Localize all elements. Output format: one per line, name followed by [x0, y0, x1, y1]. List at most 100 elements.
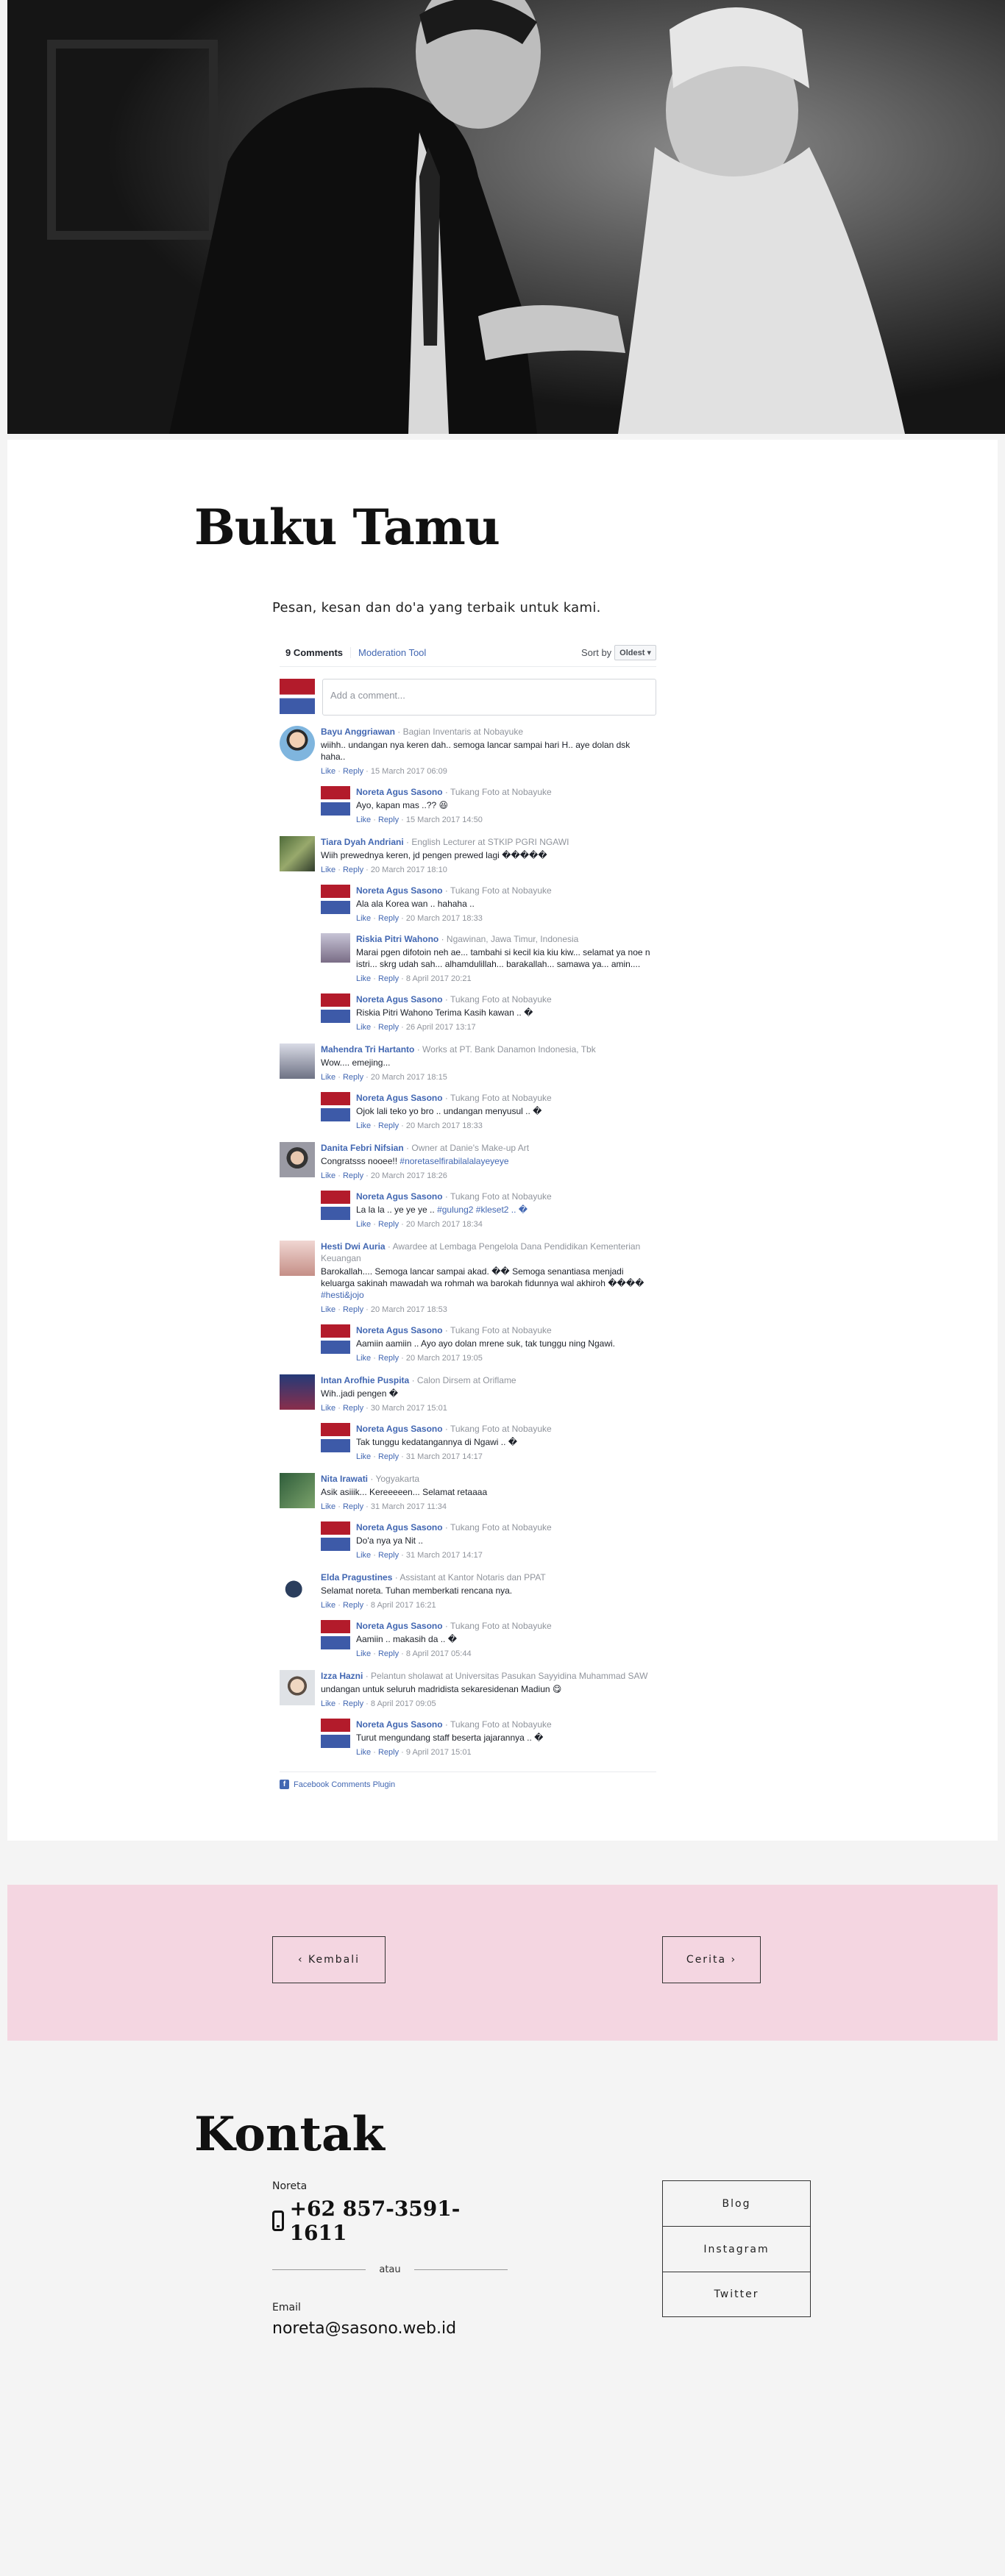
comment-timestamp[interactable]: 20 March 2017 18:26: [371, 1171, 447, 1180]
commenter-name[interactable]: Tiara Dyah Andriani: [321, 837, 404, 847]
reply-link[interactable]: Reply: [343, 1601, 363, 1610]
avatar[interactable]: [280, 1473, 315, 1508]
avatar[interactable]: [321, 1324, 350, 1354]
commenter-name[interactable]: Noreta Agus Sasono: [356, 1522, 443, 1533]
like-link[interactable]: Like: [356, 1748, 371, 1757]
reply-link[interactable]: Reply: [343, 1171, 363, 1180]
like-link[interactable]: Like: [321, 1404, 335, 1413]
avatar[interactable]: [280, 1670, 315, 1705]
reply-link[interactable]: Reply: [378, 1748, 399, 1757]
commenter-name[interactable]: Izza Hazni: [321, 1671, 363, 1681]
like-link[interactable]: Like: [356, 1023, 371, 1032]
commenter-name[interactable]: Mahendra Tri Hartanto: [321, 1044, 414, 1055]
reply-link[interactable]: Reply: [343, 767, 363, 776]
avatar[interactable]: [280, 1374, 315, 1410]
comment-timestamp[interactable]: 20 March 2017 18:15: [371, 1073, 447, 1082]
avatar[interactable]: [280, 1142, 315, 1177]
sort-dropdown[interactable]: Oldest ▾: [614, 645, 656, 660]
avatar[interactable]: [321, 933, 350, 963]
comment-timestamp[interactable]: 8 April 2017 16:21: [371, 1601, 436, 1610]
hashtag-link[interactable]: #hesti&jojo: [321, 1290, 364, 1300]
reply-link[interactable]: Reply: [378, 1220, 399, 1229]
avatar[interactable]: [280, 1043, 315, 1079]
comment-timestamp[interactable]: 26 April 2017 13:17: [406, 1023, 476, 1032]
comment-timestamp[interactable]: 8 April 2017 05:44: [406, 1649, 472, 1658]
story-button[interactable]: Cerita ›: [662, 1936, 761, 1983]
avatar[interactable]: [280, 1241, 315, 1276]
email-address[interactable]: noreta@sasono.web.id: [272, 2319, 508, 2338]
like-link[interactable]: Like: [356, 1452, 371, 1461]
like-link[interactable]: Like: [321, 1073, 335, 1082]
reply-link[interactable]: Reply: [343, 1073, 363, 1082]
comment-timestamp[interactable]: 31 March 2017 11:34: [371, 1502, 447, 1511]
reply-link[interactable]: Reply: [343, 1305, 363, 1314]
like-link[interactable]: Like: [356, 1649, 371, 1658]
comment-timestamp[interactable]: 31 March 2017 14:17: [406, 1452, 483, 1461]
comment-timestamp[interactable]: 31 March 2017 14:17: [406, 1551, 483, 1560]
like-link[interactable]: Like: [356, 974, 371, 983]
comment-timestamp[interactable]: 8 April 2017 09:05: [371, 1699, 436, 1708]
like-link[interactable]: Like: [356, 816, 371, 824]
hashtag-link[interactable]: #noretaselfirabilalalayeyeye: [399, 1156, 508, 1166]
twitter-button[interactable]: Twitter: [662, 2272, 811, 2317]
comment-timestamp[interactable]: 20 March 2017 18:33: [406, 1121, 483, 1130]
reply-link[interactable]: Reply: [378, 1649, 399, 1658]
commenter-name[interactable]: Noreta Agus Sasono: [356, 787, 443, 797]
comment-timestamp[interactable]: 20 March 2017 18:33: [406, 914, 483, 923]
commenter-name[interactable]: Noreta Agus Sasono: [356, 994, 443, 1005]
commenter-name[interactable]: Noreta Agus Sasono: [356, 1325, 443, 1335]
avatar[interactable]: [321, 1719, 350, 1748]
like-link[interactable]: Like: [321, 866, 335, 874]
reply-link[interactable]: Reply: [343, 1502, 363, 1511]
comment-timestamp[interactable]: 30 March 2017 15:01: [371, 1404, 447, 1413]
like-link[interactable]: Like: [356, 1220, 371, 1229]
avatar[interactable]: [321, 1620, 350, 1649]
commenter-name[interactable]: Nita Irawati: [321, 1474, 368, 1484]
moderation-tool-link[interactable]: Moderation Tool: [350, 647, 426, 658]
comment-timestamp[interactable]: 9 April 2017 15:01: [406, 1748, 472, 1757]
avatar[interactable]: [321, 1423, 350, 1452]
reply-link[interactable]: Reply: [378, 974, 399, 983]
comment-timestamp[interactable]: 20 March 2017 18:53: [371, 1305, 447, 1314]
avatar[interactable]: [321, 993, 350, 1023]
like-link[interactable]: Like: [356, 1121, 371, 1130]
like-link[interactable]: Like: [321, 1171, 335, 1180]
reply-link[interactable]: Reply: [378, 1023, 399, 1032]
comment-timestamp[interactable]: 20 March 2017 18:10: [371, 866, 447, 874]
reply-link[interactable]: Reply: [378, 1452, 399, 1461]
commenter-name[interactable]: Noreta Agus Sasono: [356, 1424, 443, 1434]
commenter-name[interactable]: Hesti Dwi Auria: [321, 1241, 386, 1252]
phone-number-row[interactable]: +62 857-3591-1611: [272, 2197, 508, 2245]
reply-link[interactable]: Reply: [378, 816, 399, 824]
commenter-name[interactable]: Noreta Agus Sasono: [356, 1719, 443, 1730]
commenter-name[interactable]: Riskia Pitri Wahono: [356, 934, 438, 944]
avatar[interactable]: [321, 1521, 350, 1551]
commenter-name[interactable]: Bayu Anggriawan: [321, 727, 395, 737]
comment-timestamp[interactable]: 20 March 2017 19:05: [406, 1354, 483, 1363]
back-button[interactable]: ‹ Kembali: [272, 1936, 386, 1983]
commenter-name[interactable]: Danita Febri Nifsian: [321, 1143, 404, 1153]
commenter-name[interactable]: Noreta Agus Sasono: [356, 1621, 443, 1631]
commenter-name[interactable]: Elda Pragustines: [321, 1572, 392, 1583]
comment-timestamp[interactable]: 15 March 2017 14:50: [406, 816, 483, 824]
avatar[interactable]: [321, 786, 350, 816]
reply-link[interactable]: Reply: [343, 1404, 363, 1413]
commenter-name[interactable]: Noreta Agus Sasono: [356, 885, 443, 896]
avatar[interactable]: [280, 836, 315, 871]
avatar[interactable]: [280, 726, 315, 761]
reply-link[interactable]: Reply: [343, 866, 363, 874]
like-link[interactable]: Like: [321, 1502, 335, 1511]
add-comment-input[interactable]: Add a comment...: [322, 679, 656, 716]
reply-link[interactable]: Reply: [378, 1354, 399, 1363]
reply-link[interactable]: Reply: [378, 1121, 399, 1130]
comment-timestamp[interactable]: 8 April 2017 20:21: [406, 974, 472, 983]
commenter-name[interactable]: Noreta Agus Sasono: [356, 1093, 443, 1103]
reply-link[interactable]: Reply: [343, 1699, 363, 1708]
avatar[interactable]: [321, 885, 350, 914]
avatar[interactable]: [321, 1191, 350, 1220]
like-link[interactable]: Like: [321, 1699, 335, 1708]
comment-timestamp[interactable]: 20 March 2017 18:34: [406, 1220, 483, 1229]
like-link[interactable]: Like: [321, 1305, 335, 1314]
commenter-name[interactable]: Noreta Agus Sasono: [356, 1191, 443, 1202]
like-link[interactable]: Like: [321, 767, 335, 776]
